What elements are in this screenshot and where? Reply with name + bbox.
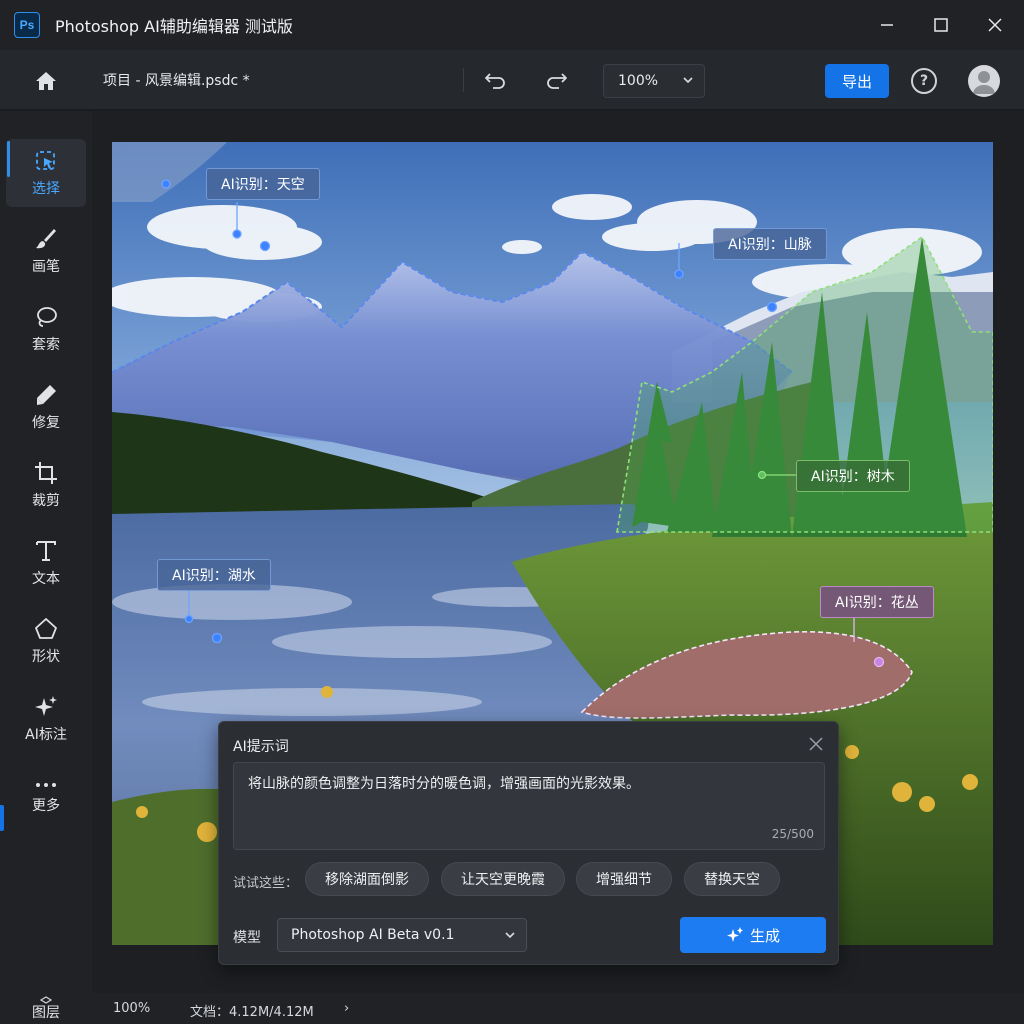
tool-label: 形状: [32, 648, 60, 665]
suggestion-chip[interactable]: 让天空更晚霞: [441, 862, 565, 896]
shape-icon: [35, 617, 57, 639]
status-doc-info: 文档：4.12M/4.12M: [190, 1005, 314, 1020]
sidebar-edge-marker: [0, 805, 4, 831]
ai-label-flowers[interactable]: AI识别：花丛: [820, 586, 934, 618]
suggestion-chip[interactable]: 增强细节: [576, 862, 672, 896]
suggestion-chip[interactable]: 替换天空: [684, 862, 780, 896]
chevron-down-icon: [505, 932, 515, 939]
title-bar: Ps Photoshop AI辅助编辑器 测试版: [0, 0, 1024, 50]
user-avatar[interactable]: [968, 65, 1000, 97]
tool-ai-annotate[interactable]: AI标注: [6, 685, 86, 753]
layers-label: 图层: [32, 1004, 60, 1021]
select-icon: [36, 150, 55, 170]
home-button[interactable]: [30, 67, 62, 95]
tool-more[interactable]: 更多: [6, 763, 86, 831]
status-bar: 图层 100% 文档：4.12M/4.12M ›: [0, 993, 1024, 1024]
ai-prompt-panel: AI提示词 将山脉的颜色调整为日落时分的暖色调，增强画面的光影效果。 25/50…: [218, 721, 839, 965]
ai-sparkle-icon: [35, 695, 57, 716]
minimize-button[interactable]: [860, 0, 914, 50]
status-expand-arrow[interactable]: ›: [344, 1001, 349, 1016]
layers-button[interactable]: 图层: [0, 993, 92, 1024]
prompt-panel-close-button[interactable]: [808, 736, 824, 752]
top-toolbar: 项目 - 风景编辑.psdc * 100% 导出 ?: [0, 50, 1024, 110]
suggestions-label: 试试这些：: [233, 876, 299, 891]
generate-label: 生成: [749, 926, 780, 945]
tool-label: AI标注: [25, 726, 67, 743]
ai-sparkle-icon: [726, 927, 743, 942]
toolbar-divider: [463, 68, 464, 92]
heal-icon: [37, 384, 56, 405]
undo-icon: [485, 73, 505, 89]
close-icon: [988, 18, 1002, 32]
help-button[interactable]: ?: [911, 68, 937, 94]
maximize-button[interactable]: [914, 0, 968, 50]
ai-label-trees[interactable]: AI识别：树木: [796, 460, 910, 492]
tool-text[interactable]: 文本: [6, 529, 86, 597]
tool-label: 套索: [32, 336, 60, 353]
close-icon: [809, 737, 823, 751]
tool-label: 更多: [32, 797, 60, 814]
app-logo: Ps: [14, 12, 40, 38]
brush-icon: [36, 228, 56, 248]
status-zoom: 100%: [113, 1001, 151, 1016]
tool-shape[interactable]: 形状: [6, 607, 86, 675]
document-name: 项目 - 风景编辑.psdc *: [103, 73, 250, 89]
tool-label: 文本: [32, 570, 60, 587]
tool-heal[interactable]: 修复: [6, 373, 86, 441]
ai-label-sky[interactable]: AI识别：天空: [206, 168, 320, 200]
redo-icon: [547, 73, 567, 89]
tool-label: 选择: [32, 180, 60, 197]
model-select[interactable]: Photoshop AI Beta v0.1: [277, 918, 527, 952]
prompt-textarea[interactable]: 将山脉的颜色调整为日落时分的暖色调，增强画面的光影效果。 25/500: [233, 762, 825, 850]
zoom-select[interactable]: 100%: [603, 64, 705, 98]
minimize-icon: [881, 24, 893, 26]
generate-button[interactable]: 生成: [680, 917, 826, 953]
chevron-down-icon: [683, 77, 693, 84]
export-button[interactable]: 导出: [825, 64, 889, 98]
prompt-text: 将山脉的颜色调整为日落时分的暖色调，增强画面的光影效果。: [248, 776, 640, 792]
char-count: 25/500: [771, 827, 814, 842]
window-title: Photoshop AI辅助编辑器 测试版: [55, 17, 293, 36]
tool-brush[interactable]: 画笔: [6, 217, 86, 285]
tool-label: 修复: [32, 414, 60, 431]
close-window-button[interactable]: [968, 0, 1022, 50]
tool-sidebar: 选择 画笔 套索 修复 裁剪 文本 形状 AI标注 更多: [0, 111, 92, 993]
maximize-icon: [934, 18, 948, 32]
lasso-icon: [37, 306, 57, 327]
user-icon: [973, 71, 995, 94]
prompt-panel-title: AI提示词: [233, 739, 289, 755]
tool-lasso[interactable]: 套索: [6, 295, 86, 363]
text-icon: [36, 540, 56, 561]
home-icon: [36, 72, 56, 90]
active-tool-indicator: [7, 141, 10, 177]
tool-select[interactable]: 选择: [6, 139, 86, 207]
undo-button[interactable]: [480, 66, 512, 94]
model-value: Photoshop AI Beta v0.1: [291, 927, 455, 943]
suggestion-chip[interactable]: 移除湖面倒影: [305, 862, 429, 896]
model-label: 模型: [233, 930, 261, 946]
zoom-value: 100%: [618, 73, 659, 89]
help-icon: ?: [919, 73, 929, 89]
tool-crop[interactable]: 裁剪: [6, 451, 86, 519]
ai-label-mountain[interactable]: AI识别：山脉: [713, 228, 827, 260]
ai-label-lake[interactable]: AI识别：湖水: [157, 559, 271, 591]
crop-icon: [35, 461, 57, 484]
tool-label: 画笔: [32, 258, 60, 275]
more-icon: [36, 782, 56, 787]
tool-label: 裁剪: [32, 492, 60, 509]
redo-button[interactable]: [540, 66, 572, 94]
